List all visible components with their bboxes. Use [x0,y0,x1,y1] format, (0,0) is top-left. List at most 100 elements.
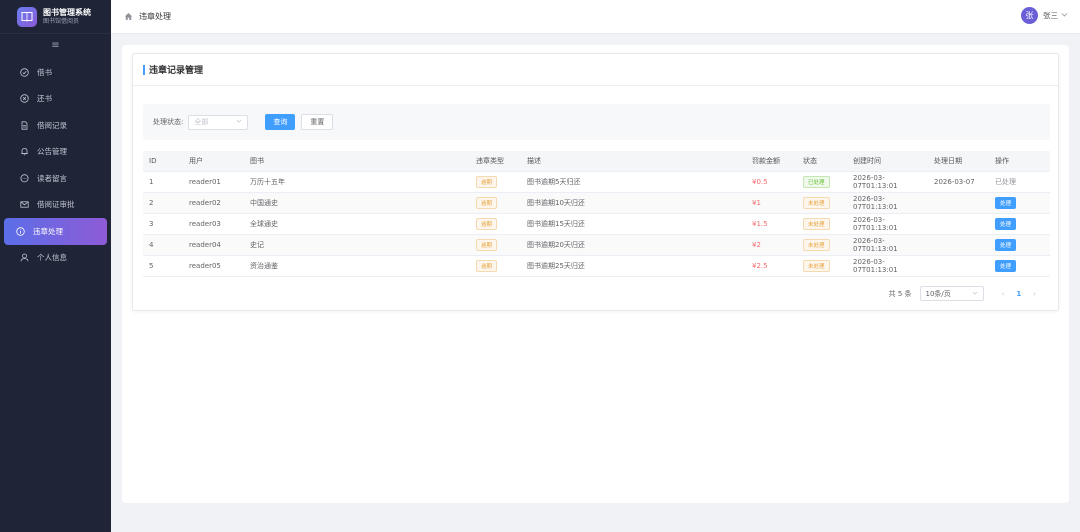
app-subtitle: 图书馆借阅员 [43,17,80,25]
sidebar-item-label: 违章处理 [33,226,63,236]
chat-icon [20,174,29,183]
cell-book: 资治通鉴 [244,255,470,277]
user-menu[interactable]: 张 张三 [1021,7,1068,24]
x-circle-icon [20,94,29,103]
process-button[interactable]: 处理 [995,217,1017,230]
cell-status: 未处理 [797,255,847,277]
cell-actions: 处理 [989,192,1050,214]
type-tag: 逾期 [476,238,498,251]
col-created: 创建时间 [847,151,928,172]
cell-status: 未处理 [797,213,847,235]
process-button[interactable]: 处理 [995,259,1017,272]
status-select-value: 全部 [194,118,209,126]
avatar[interactable]: 张 [1021,7,1038,24]
sidebar-item-borrow-records[interactable]: 借阅记录 [4,112,107,139]
table-row: 1 reader01 万历十五年 逾期 图书逾期5天归还 ¥0.5 已处理 20… [143,171,1050,193]
info-icon [16,227,25,236]
pagination: 共 5 条 10条/页 ‹ 1 › [889,286,1042,301]
main-card: 违章记录管理 处理状态: 全部 查询 重置 ID 用户 图书 违章类型 描述 罚… [122,45,1069,503]
cell-processed [928,213,989,235]
cell-id: 1 [143,171,183,193]
table-row: 5 reader05 资治通鉴 逾期 图书逾期25天归还 ¥2.5 未处理 20… [143,255,1050,277]
cell-user: reader05 [183,255,244,277]
sidebar-menu: 借书 还书 借阅记录 公告管理 读者留言 借阅证审批 违章处理 个人信息 [0,56,111,271]
cell-user: reader04 [183,234,244,256]
user-name[interactable]: 张三 [1043,10,1058,21]
sidebar-item-return[interactable]: 还书 [4,86,107,113]
prev-page-icon[interactable]: ‹ [1002,290,1005,298]
cell-id: 2 [143,192,183,214]
cell-user: reader03 [183,213,244,235]
cell-fine: ¥2.5 [746,255,797,277]
type-tag: 逾期 [476,175,498,188]
cell-processed [928,192,989,214]
reset-button[interactable]: 重置 [301,114,334,130]
sidebar-item-label: 个人信息 [37,253,67,263]
cell-actions: 处理 [989,255,1050,277]
cell-type: 逾期 [470,213,521,235]
table-header-row: ID 用户 图书 违章类型 描述 罚款金额 状态 创建时间 处理日期 操作 [143,151,1050,172]
sidebar-item-announcements[interactable]: 公告管理 [4,139,107,166]
col-user: 用户 [183,151,244,172]
filter-bar: 处理状态: 全部 查询 重置 [143,104,1050,140]
cell-status: 未处理 [797,192,847,214]
col-actions: 操作 [989,151,1050,172]
sidebar-item-profile[interactable]: 个人信息 [4,245,107,272]
current-page[interactable]: 1 [1016,290,1021,298]
sidebar-item-label: 读者留言 [37,173,67,183]
book-logo-icon [17,6,37,27]
cell-processed [928,255,989,277]
chevron-down-icon [236,118,242,126]
cell-type: 逾期 [470,171,521,193]
col-id: ID [143,151,183,172]
processed-text: 已处理 [995,177,1016,186]
type-tag: 逾期 [476,196,498,209]
status-badge: 未处理 [803,238,830,251]
chevron-down-icon [972,290,978,298]
cell-created: 2026-03-07T01:13:01 [847,171,928,193]
col-processed: 处理日期 [928,151,989,172]
sidebar-item-messages[interactable]: 读者留言 [4,165,107,192]
cell-actions: 处理 [989,213,1050,235]
document-icon [20,121,29,130]
cell-status: 未处理 [797,234,847,256]
app-title: 图书管理系统 [43,7,91,17]
sidebar-item-label: 借书 [37,67,52,77]
process-button[interactable]: 处理 [995,196,1017,209]
cell-created: 2026-03-07T01:13:01 [847,234,928,256]
sidebar-item-card-approval[interactable]: 借阅证审批 [4,192,107,219]
cell-processed: 2026-03-07 [928,171,989,193]
cell-processed [928,234,989,256]
home-icon[interactable] [124,12,133,21]
violation-panel: 违章记录管理 处理状态: 全部 查询 重置 ID 用户 图书 违章类型 描述 罚… [132,53,1059,311]
cell-book: 全球通史 [244,213,470,235]
table-row: 2 reader02 中国通史 逾期 图书逾期10天归还 ¥1 未处理 2026… [143,192,1050,214]
panel-header: 违章记录管理 [133,54,1058,86]
query-button[interactable]: 查询 [265,114,296,130]
cell-user: reader01 [183,171,244,193]
sidebar-item-label: 还书 [37,94,52,104]
table-row: 3 reader03 全球通史 逾期 图书逾期15天归还 ¥1.5 未处理 20… [143,213,1050,235]
cell-actions: 处理 [989,234,1050,256]
status-select[interactable]: 全部 [188,114,249,130]
cell-fine: ¥1.5 [746,213,797,235]
status-badge: 未处理 [803,196,830,209]
next-page-icon[interactable]: › [1033,290,1036,298]
col-type: 违章类型 [470,151,521,172]
sidebar-item-label: 借阅证审批 [37,200,75,210]
cell-created: 2026-03-07T01:13:01 [847,192,928,214]
menu-collapse-icon[interactable]: ≡ [0,34,111,56]
cell-fine: ¥0.5 [746,171,797,193]
sidebar-item-borrow[interactable]: 借书 [4,59,107,86]
status-badge: 未处理 [803,217,830,230]
bell-icon [20,147,29,156]
cell-fine: ¥2 [746,234,797,256]
chevron-down-icon[interactable] [1061,11,1068,21]
process-button[interactable]: 处理 [995,238,1017,251]
sidebar: 图书管理系统 图书馆借阅员 ≡ 借书 还书 借阅记录 公告管理 读者留言 借阅证… [0,0,111,532]
cell-book: 史记 [244,234,470,256]
total-count: 共 5 条 [888,289,912,298]
page-size-select[interactable]: 10条/页 [919,286,984,301]
sidebar-item-label: 借阅记录 [37,120,67,130]
sidebar-item-violations[interactable]: 违章处理 [4,218,107,245]
